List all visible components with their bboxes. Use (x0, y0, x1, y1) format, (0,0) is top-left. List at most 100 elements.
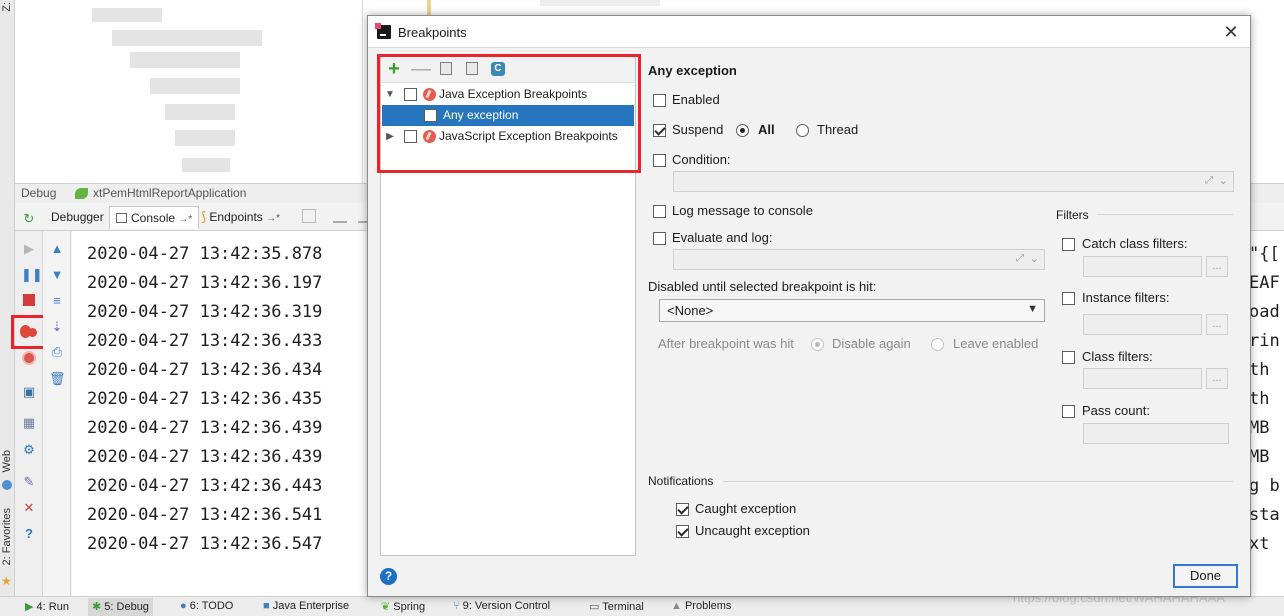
suspend-all-radio[interactable] (736, 124, 749, 137)
tab-console-pin: →* (178, 214, 193, 225)
tool-spring[interactable]: ❦ Spring (381, 600, 425, 613)
done-button[interactable]: Done (1173, 564, 1238, 588)
pass-count-input[interactable] (1083, 423, 1229, 444)
instance-filters-label[interactable]: Instance filters: (1082, 290, 1169, 305)
notifications-separator (723, 481, 1233, 482)
camera-icon[interactable]: ▣ (21, 384, 37, 400)
tab-debugger[interactable]: Debugger (45, 206, 110, 229)
uncaught-exception-checkbox[interactable] (676, 525, 689, 538)
instance-filters-checkbox[interactable] (1062, 292, 1075, 305)
evaluate-log-label[interactable]: Evaluate and log: (672, 230, 772, 245)
dialog-title: Breakpoints (398, 25, 467, 40)
expand-icon[interactable]: ⤢ (1205, 175, 1213, 186)
web-icon (2, 480, 12, 490)
expand-icon[interactable]: ⤢ (1016, 253, 1024, 264)
intellij-logo-icon (375, 23, 391, 39)
log-line-tail: th (1249, 360, 1270, 380)
log-line: 2020-04-27 13:42:36.439I (87, 447, 387, 467)
print-icon[interactable]: ⎙ (49, 344, 65, 360)
suspend-thread-radio[interactable] (796, 124, 809, 137)
dialog-title-bar: Breakpoints ✕ (368, 16, 1250, 48)
suspend-thread-label[interactable]: Thread (817, 122, 858, 137)
up-arrow-icon[interactable]: ▲ (49, 241, 65, 257)
tool-java-enterprise[interactable]: ■ Java Enterprise (263, 600, 349, 612)
scroll-to-end-icon[interactable] (302, 209, 316, 223)
log-message-checkbox[interactable] (653, 205, 666, 218)
disabled-until-select[interactable]: <None> ▼ (659, 299, 1045, 322)
enabled-label[interactable]: Enabled (672, 92, 720, 107)
help-icon[interactable]: ? (21, 526, 37, 542)
pass-count-checkbox[interactable] (1062, 405, 1075, 418)
chevron-down-icon[interactable]: ⌄ (1030, 252, 1039, 265)
layout-icon[interactable]: ▦ (21, 415, 37, 431)
caught-exception-label[interactable]: Caught exception (695, 501, 796, 516)
help-button[interactable]: ? (380, 568, 397, 585)
editor-divider (362, 0, 363, 183)
catch-class-filters-browse-button[interactable]: ... (1206, 256, 1228, 277)
trash-icon[interactable]: 🗑 (49, 371, 66, 387)
soft-wrap-icon[interactable]: ≡ (49, 293, 65, 309)
log-line: 2020-04-27 13:42:35.878I (87, 244, 387, 264)
condition-checkbox[interactable] (653, 154, 666, 167)
down-arrow-icon[interactable]: ▼ (49, 267, 65, 283)
mute-breakpoints-icon[interactable] (21, 351, 37, 367)
scroll-end-icon[interactable]: ⇣ (49, 319, 65, 335)
pin-icon[interactable]: ✎ (21, 474, 37, 490)
step-over-icon[interactable] (333, 209, 347, 223)
enabled-checkbox[interactable] (653, 94, 666, 107)
class-filters-label[interactable]: Class filters: (1082, 349, 1153, 364)
tab-endpoints[interactable]: ⟆ Endpoints →* (195, 206, 286, 229)
catch-class-filters-checkbox[interactable] (1062, 238, 1075, 251)
tool-todo[interactable]: ● 6: TODO (180, 600, 233, 612)
tab-console[interactable]: Console →* (109, 206, 200, 229)
disabled-until-value: <None> (667, 303, 714, 318)
log-line: 2020-04-27 13:42:36.439I (87, 418, 387, 438)
disable-again-label[interactable]: Disable again (832, 336, 911, 351)
spring-boot-icon (75, 188, 88, 199)
condition-label[interactable]: Condition: (672, 152, 731, 167)
log-line-tail: "{[ (1249, 244, 1280, 264)
favorites-tool-label[interactable]: 2: Favorites (1, 508, 13, 565)
suspend-checkbox[interactable] (653, 124, 666, 137)
rerun-icon[interactable]: ↻ (21, 211, 37, 227)
caught-exception-checkbox[interactable] (676, 503, 689, 516)
close-session-icon[interactable]: ✕ (21, 500, 37, 516)
instance-filters-input[interactable] (1083, 314, 1202, 335)
chevron-down-icon[interactable]: ⌄ (1219, 174, 1228, 187)
class-filters-checkbox[interactable] (1062, 351, 1075, 364)
disable-again-radio[interactable] (811, 338, 824, 351)
catch-class-filters-label[interactable]: Catch class filters: (1082, 236, 1187, 251)
log-line-tail: EAF (1249, 273, 1280, 293)
tool-version-control[interactable]: ⑂ 9: Version Control (453, 600, 550, 612)
suspend-label[interactable]: Suspend (672, 122, 723, 137)
instance-filters-browse-button[interactable]: ... (1206, 314, 1228, 335)
tool-debug[interactable]: ✱ 5: Debug (88, 598, 153, 616)
pause-icon[interactable]: ❚❚ (21, 267, 43, 283)
evaluate-log-input[interactable]: ⤢ ⌄ (673, 249, 1045, 270)
tool-terminal[interactable]: ▭ Terminal (589, 600, 644, 613)
condition-input[interactable]: ⤢ ⌄ (673, 171, 1234, 192)
uncaught-exception-label[interactable]: Uncaught exception (695, 523, 810, 538)
suspend-all-label[interactable]: All (758, 122, 775, 137)
log-message-label[interactable]: Log message to console (672, 203, 813, 218)
chevron-down-icon: ▼ (1027, 303, 1038, 315)
web-tool-label[interactable]: Web (1, 450, 13, 472)
star-icon: ★ (1, 574, 12, 588)
class-filters-input[interactable] (1083, 368, 1202, 389)
class-filters-browse-button[interactable]: ... (1206, 368, 1228, 389)
notifications-heading: Notifications (648, 474, 714, 488)
close-icon[interactable]: ✕ (1220, 21, 1242, 43)
catch-class-filters-input[interactable] (1083, 256, 1202, 277)
after-hit-label: After breakpoint was hit (658, 336, 794, 351)
leave-enabled-label[interactable]: Leave enabled (953, 336, 1038, 351)
log-line: 2020-04-27 13:42:36.434I (87, 360, 387, 380)
evaluate-log-checkbox[interactable] (653, 232, 666, 245)
pass-count-label[interactable]: Pass count: (1082, 403, 1150, 418)
settings-gear-icon[interactable]: ⚙ (21, 442, 37, 458)
tool-run[interactable]: ▶ 4: Run (25, 600, 69, 613)
resume-icon[interactable]: ▶ (21, 241, 37, 257)
tool-problems[interactable]: ▲ Problems (671, 600, 731, 612)
leave-enabled-radio[interactable] (931, 338, 944, 351)
stop-icon[interactable] (21, 294, 37, 310)
structure-tool-label[interactable]: Z: (1, 2, 13, 12)
